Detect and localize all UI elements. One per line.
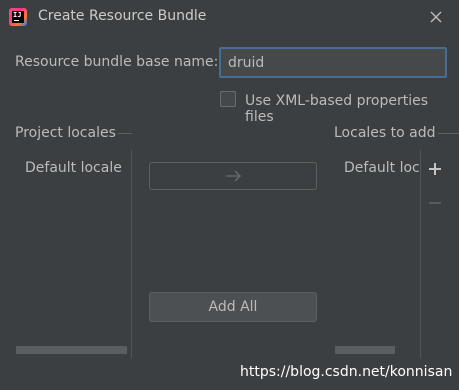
project-locales-list-border — [131, 150, 132, 358]
xml-checkbox-label[interactable]: Use XML-based properties files — [245, 93, 459, 125]
locales-to-add-scrollbar[interactable] — [335, 346, 395, 354]
close-icon[interactable] — [427, 8, 445, 26]
window-title: Create Resource Bundle — [38, 8, 207, 24]
list-item[interactable]: Default locale — [25, 160, 122, 176]
project-locales-separator — [118, 133, 132, 134]
project-locales-list[interactable]: Default locale — [15, 150, 131, 358]
move-right-button[interactable] — [149, 162, 317, 190]
base-name-label: Resource bundle base name: — [15, 54, 219, 70]
watermark-url: https://blog.csdn.net/konnisan — [240, 364, 453, 380]
list-item[interactable]: Default locale — [344, 160, 420, 176]
project-locales-header: Project locales — [15, 125, 116, 141]
locales-to-add-list-border — [420, 150, 421, 358]
locales-to-add-list[interactable]: Default locale — [334, 150, 420, 358]
app-icon-text: IJ — [13, 11, 22, 19]
arrow-right-icon — [226, 170, 242, 182]
locales-to-add-header: Locales to add — [334, 125, 436, 141]
add-all-button[interactable]: Add All — [149, 292, 317, 322]
xml-checkbox[interactable] — [220, 91, 236, 107]
locales-to-add-separator — [438, 133, 459, 134]
app-icon: IJ — [9, 8, 27, 26]
plus-icon[interactable] — [426, 160, 444, 178]
base-name-input[interactable] — [219, 47, 447, 78]
minus-icon[interactable] — [426, 194, 444, 212]
project-locales-scrollbar[interactable] — [16, 346, 127, 354]
